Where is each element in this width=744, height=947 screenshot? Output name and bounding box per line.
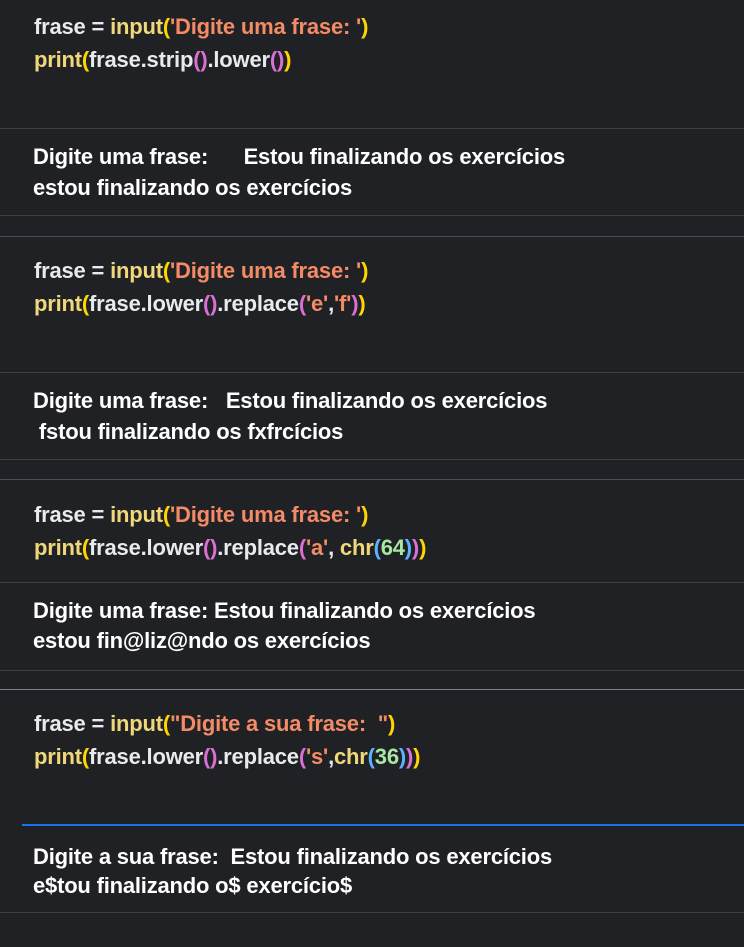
- notebook-view: frase = input('Digite uma frase: ') prin…: [0, 0, 744, 947]
- code-token-var: .replace: [217, 291, 299, 316]
- code-token-paren2: (: [298, 291, 306, 316]
- code-token-paren1: (: [81, 291, 90, 316]
- code-token-fn: print: [34, 291, 82, 316]
- code-token-paren2: ): [411, 535, 420, 560]
- code-token-paren1: ): [388, 711, 396, 736]
- code-token-op: =: [85, 502, 111, 527]
- code-token-str: "Digite a sua frase: ": [170, 711, 388, 736]
- code-token-paren3: ): [398, 744, 407, 769]
- code-token-paren1: (: [162, 258, 170, 283]
- code-token-paren3: ): [404, 535, 412, 560]
- cell-divider: [0, 912, 744, 913]
- code-token-var: frase: [34, 14, 86, 39]
- code-token-var: .replace: [217, 744, 299, 769]
- code-token-fn: input: [110, 258, 163, 283]
- code-token-paren1: ): [361, 14, 369, 39]
- code-token-op: =: [85, 711, 111, 736]
- code-token-str: 'f': [334, 291, 352, 316]
- output-line: Digite uma frase: Estou finalizando os e…: [33, 388, 548, 413]
- code-token-op: =: [85, 14, 111, 39]
- code-token-paren1: (: [162, 502, 170, 527]
- code-token-str: 'Digite uma frase: ': [170, 258, 362, 283]
- code-token-num: 36: [374, 744, 399, 769]
- output-line: Digite a sua frase: Estou finalizando os…: [33, 844, 552, 869]
- code-token-op: ,: [328, 535, 340, 560]
- code-token-var: .lower: [207, 47, 270, 72]
- code-line: frase = input('Digite uma frase: '): [34, 12, 368, 42]
- code-token-str: 'Digite uma frase: ': [170, 14, 362, 39]
- code-token-paren3: (: [373, 535, 381, 560]
- code-token-paren1: ): [419, 535, 427, 560]
- code-token-fn: input: [110, 711, 163, 736]
- code-token-fn: print: [34, 744, 82, 769]
- cell-divider: [0, 215, 744, 216]
- code-line: print(frase.lower().replace('e','f')): [34, 289, 366, 319]
- code-token-fn: chr: [339, 535, 374, 560]
- code-token-paren1: (: [81, 47, 90, 72]
- output-cell-4: Digite a sua frase: Estou finalizando os…: [0, 826, 744, 912]
- code-token-var: frase: [34, 711, 86, 736]
- code-token-paren3: (: [367, 744, 375, 769]
- code-token-paren1: ): [413, 744, 421, 769]
- code-line: frase = input('Digite uma frase: '): [34, 500, 368, 530]
- code-token-paren2: (): [203, 535, 218, 560]
- code-token-var: frase.lower: [89, 291, 203, 316]
- code-token-paren1: ): [358, 291, 366, 316]
- code-token-paren1: (: [162, 711, 170, 736]
- code-token-fn: chr: [334, 744, 368, 769]
- code-token-paren1: (: [81, 744, 90, 769]
- output-line: fstou finalizando os fxfrcícios: [33, 419, 344, 444]
- code-token-var: frase.lower: [89, 535, 203, 560]
- cell-divider: [0, 670, 744, 671]
- code-cell-1[interactable]: frase = input('Digite uma frase: ') prin…: [0, 0, 744, 128]
- code-line: print(frase.strip().lower()): [34, 45, 291, 75]
- code-line: print(frase.lower().replace('s',chr(36))…: [34, 742, 421, 772]
- code-line: print(frase.lower().replace('a', chr(64)…: [34, 533, 426, 563]
- code-cell-2[interactable]: frase = input('Digite uma frase: ') prin…: [0, 237, 744, 372]
- code-token-paren1: (: [81, 535, 90, 560]
- output-line: e$tou finalizando o$ exercício$: [33, 873, 353, 898]
- code-token-str: 'Digite uma frase: ': [170, 502, 362, 527]
- code-token-str: 'a': [305, 535, 329, 560]
- code-token-paren2: (): [193, 47, 208, 72]
- output-cell-2: Digite uma frase: Estou finalizando os e…: [0, 373, 744, 459]
- cell-divider: [0, 459, 744, 460]
- code-token-paren1: (: [162, 14, 170, 39]
- output-line: Digite uma frase: Estou finalizando os e…: [33, 144, 566, 169]
- code-token-str: 'e': [305, 291, 329, 316]
- code-cell-4[interactable]: frase = input("Digite a sua frase: ") pr…: [0, 690, 744, 824]
- code-token-var: frase: [34, 258, 86, 283]
- code-token-paren2: (: [298, 744, 306, 769]
- code-token-paren1: ): [361, 502, 369, 527]
- code-token-fn: input: [110, 14, 163, 39]
- code-token-var: frase.lower: [89, 744, 203, 769]
- code-token-paren2: (: [298, 535, 306, 560]
- output-line: Digite uma frase: Estou finalizando os e…: [33, 598, 536, 623]
- output-line: estou finalizando os exercícios: [33, 175, 353, 200]
- code-cell-3[interactable]: frase = input('Digite uma frase: ') prin…: [0, 480, 744, 582]
- code-token-var: frase.strip: [89, 47, 194, 72]
- code-token-num: 64: [380, 535, 405, 560]
- code-token-paren2: (): [269, 47, 285, 72]
- code-token-paren1: ): [361, 258, 369, 283]
- code-token-str: 's': [305, 744, 329, 769]
- code-token-paren2: (): [203, 291, 218, 316]
- code-token-paren2: (): [203, 744, 218, 769]
- output-line: estou fin@liz@ndo os exercícios: [33, 628, 371, 653]
- code-token-fn: input: [110, 502, 163, 527]
- code-line: frase = input('Digite uma frase: '): [34, 256, 368, 286]
- code-token-var: frase: [34, 502, 86, 527]
- code-token-paren1: ): [284, 47, 292, 72]
- output-cell-3: Digite uma frase: Estou finalizando os e…: [0, 583, 744, 670]
- output-cell-1: Digite uma frase: Estou finalizando os e…: [0, 129, 744, 215]
- code-token-fn: print: [34, 535, 82, 560]
- code-token-var: .replace: [217, 535, 299, 560]
- code-token-op: =: [85, 258, 111, 283]
- code-line: frase = input("Digite a sua frase: "): [34, 709, 395, 739]
- code-token-fn: print: [34, 47, 82, 72]
